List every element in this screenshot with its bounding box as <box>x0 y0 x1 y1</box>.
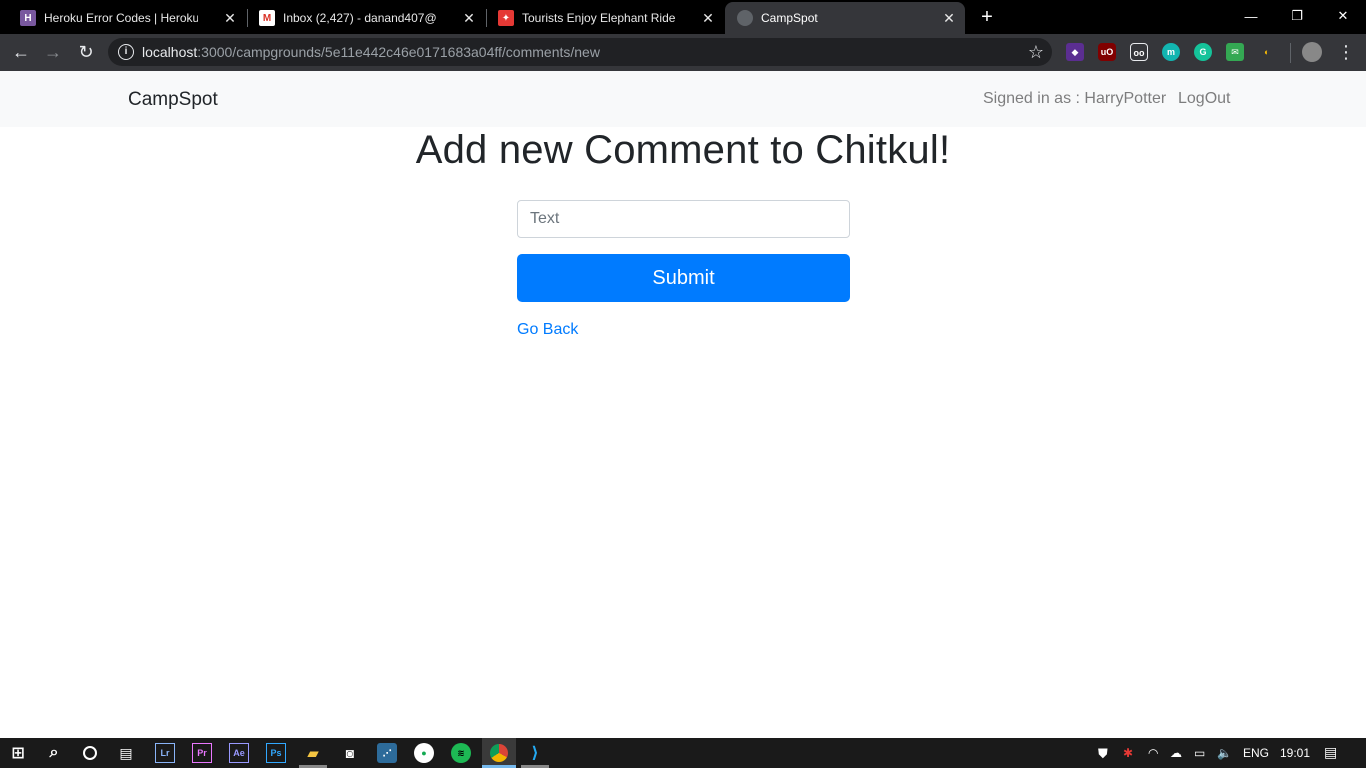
gmail-icon: M <box>259 10 275 26</box>
extension-m-icon[interactable]: m <box>1162 43 1180 61</box>
browser-toolbar: ← → ↻ i localhost:3000/campgrounds/5e11e… <box>0 34 1366 71</box>
close-icon[interactable]: ✕ <box>700 10 716 26</box>
after-effects-icon[interactable]: Ae <box>229 743 249 763</box>
site-navbar: CampSpot Signed in as : HarryPotter LogO… <box>0 71 1366 127</box>
cortana-icon[interactable] <box>80 743 100 763</box>
cloud-icon[interactable]: ☁ <box>1170 746 1182 760</box>
comment-text-input[interactable] <box>517 200 850 238</box>
close-icon[interactable]: ✕ <box>941 10 957 26</box>
battery-icon[interactable]: ▭ <box>1194 746 1205 760</box>
spotify-icon[interactable]: ≋ <box>451 743 471 763</box>
language-indicator[interactable]: ENG <box>1243 746 1269 760</box>
notification-icon[interactable]: ▤ <box>1324 744 1337 761</box>
volume-icon[interactable]: 🔈 <box>1217 746 1232 760</box>
clock[interactable]: 19:01 <box>1280 746 1310 760</box>
app-icon[interactable]: ⋰ <box>377 743 397 763</box>
browser-tab-strip: H Heroku Error Codes | Heroku Dev ✕ M In… <box>0 0 1366 34</box>
toolbar-divider <box>1290 43 1291 63</box>
premiere-icon[interactable]: Pr <box>192 743 212 763</box>
url-path: :3000/campgrounds/5e11e442c46e0171683a04… <box>197 44 600 60</box>
bookmark-star-icon[interactable]: ☆ <box>1028 41 1044 63</box>
chrome-taskbar-button[interactable] <box>482 738 516 768</box>
go-back-link[interactable]: Go Back <box>517 321 578 339</box>
extension-glasses-icon[interactable]: oo <box>1130 43 1148 61</box>
file-explorer-icon[interactable]: ▰ <box>303 743 323 763</box>
vscode-icon[interactable]: ⟩ <box>525 743 545 763</box>
back-arrow-icon[interactable]: ← <box>9 40 33 64</box>
tab-heroku[interactable]: H Heroku Error Codes | Heroku Dev ✕ <box>0 2 246 34</box>
tab-title: CampSpot <box>761 11 818 25</box>
mongodb-icon[interactable]: ● <box>414 743 434 763</box>
brand-link[interactable]: CampSpot <box>128 89 218 111</box>
windows-start-icon[interactable]: ⊞ <box>8 743 28 763</box>
tab-title: Inbox (2,427) - danand407@gma <box>283 11 437 25</box>
logout-link[interactable]: LogOut <box>1178 90 1230 108</box>
extension-mail-icon[interactable]: ✉ <box>1226 43 1244 61</box>
tab-gmail[interactable]: M Inbox (2,427) - danand407@gma ✕ <box>239 2 485 34</box>
new-tab-button[interactable]: + <box>977 6 997 28</box>
extension-purple-icon[interactable]: ◆ <box>1066 43 1084 61</box>
info-icon[interactable]: i <box>118 44 134 60</box>
store-icon[interactable]: ◙ <box>340 743 360 763</box>
page-title: Add new Comment to Chitkul! <box>415 128 951 172</box>
ublock-icon[interactable]: uO <box>1098 43 1116 61</box>
news-icon: ✦ <box>498 10 514 26</box>
grammarly-icon[interactable]: G <box>1194 43 1212 61</box>
address-bar[interactable]: i localhost:3000/campgrounds/5e11e442c46… <box>108 38 1052 66</box>
tab-campspot[interactable]: CampSpot ✕ <box>725 2 965 34</box>
tab-title: Tourists Enjoy Elephant Ride Ame <box>522 11 676 25</box>
task-view-icon[interactable]: ▤ <box>116 743 136 763</box>
reload-icon[interactable]: ↻ <box>74 40 98 64</box>
extension-paint-icon[interactable]: ◐ <box>1258 43 1276 61</box>
heroku-icon: H <box>20 10 36 26</box>
forward-arrow-icon[interactable]: → <box>41 40 65 64</box>
restore-icon[interactable]: ❐ <box>1274 0 1320 32</box>
wifi-icon[interactable]: ◠ <box>1148 746 1158 760</box>
search-icon[interactable]: ⌕ <box>44 743 64 763</box>
close-icon[interactable]: ✕ <box>461 10 477 26</box>
shield-icon[interactable]: ⛊ <box>1098 746 1108 762</box>
tab-tourists[interactable]: ✦ Tourists Enjoy Elephant Ride Ame ✕ <box>478 2 724 34</box>
menu-dots-icon[interactable]: ⋮ <box>1337 40 1355 64</box>
lightroom-icon[interactable]: Lr <box>155 743 175 763</box>
windows-taskbar: ⊞ ⌕ ▤ Lr Pr Ae Ps ▰ ◙ ⋰ ● ≋ ⟩ ⛊ ✱ ◠ ☁ ▭ … <box>0 738 1366 768</box>
close-icon[interactable]: ✕ <box>222 10 238 26</box>
globe-icon <box>737 10 753 26</box>
profile-avatar[interactable] <box>1302 42 1322 62</box>
minimize-icon[interactable]: — <box>1228 0 1274 32</box>
tab-title: Heroku Error Codes | Heroku Dev <box>44 11 198 25</box>
url-text[interactable]: localhost:3000/campgrounds/5e11e442c46e0… <box>142 44 600 60</box>
submit-button[interactable]: Submit <box>517 254 850 302</box>
photoshop-icon[interactable]: Ps <box>266 743 286 763</box>
url-host: localhost <box>142 44 198 60</box>
window-close-icon[interactable]: ✕ <box>1320 0 1366 32</box>
signed-in-text: Signed in as : HarryPotter <box>983 90 1167 107</box>
tray-app-icon[interactable]: ✱ <box>1123 746 1133 760</box>
